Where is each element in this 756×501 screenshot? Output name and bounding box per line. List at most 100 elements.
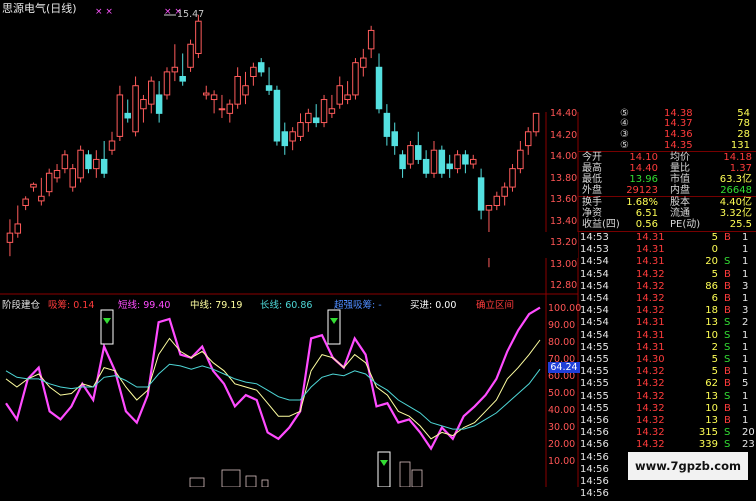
watermark: www.7gpzb.com: [628, 452, 748, 480]
candle-body: [163, 71, 171, 96]
candle-body: [218, 108, 226, 111]
candle-body: [210, 94, 218, 101]
candle-body: [30, 183, 37, 188]
candle-body: [22, 198, 29, 207]
masked-area-2: [185, 232, 578, 258]
volume-outline: [399, 461, 411, 487]
candle-body: [524, 131, 532, 147]
candle-body: [360, 57, 367, 68]
candle-body: [171, 66, 179, 73]
candle-body: [265, 85, 273, 91]
candle-body: [69, 168, 76, 188]
candle-body: [375, 66, 383, 110]
ask-row-2: ③ 14.36 28: [620, 129, 750, 140]
volume-outline: [411, 469, 423, 487]
candle-body: [273, 89, 281, 142]
signal-arrow-icon: [330, 318, 338, 324]
candle-body: [493, 195, 501, 207]
volume-outline: [189, 477, 205, 487]
indicator-line-3: [5, 363, 541, 430]
indicator-name: 阶段建仓: [2, 300, 41, 311]
tick-row: 14:55 14.32 10 B 1: [580, 402, 749, 414]
candle-body: [399, 154, 406, 170]
candle-body: [430, 149, 438, 174]
candle-body: [77, 149, 84, 179]
ask-row-1: ⑤ 14.35 131: [620, 140, 750, 151]
candle-body: [517, 149, 524, 170]
signal-arrow-icon: [380, 460, 388, 466]
candle-body: [532, 112, 540, 133]
tick-row: 14:55 14.31 2 S 1: [580, 341, 749, 353]
candle-body: [124, 112, 131, 119]
candle-body: [234, 76, 241, 105]
tick-row: 14:55 14.32 62 B 5: [580, 378, 749, 390]
candle-body: [344, 94, 351, 101]
indicator-line-1: [5, 306, 541, 451]
candle-body: [108, 140, 116, 151]
candle-body: [148, 80, 155, 105]
candle-body: [297, 122, 304, 137]
candle-body: [179, 76, 186, 82]
label-mid: 中线: 79.19: [190, 300, 243, 311]
candle-body: [45, 172, 53, 193]
candle-body: [485, 205, 493, 211]
candle-body: [38, 195, 45, 202]
label-xichou: 吸筹: 0.14: [48, 300, 95, 311]
candle-body: [203, 92, 210, 96]
candle-body: [422, 158, 430, 174]
candle-body: [85, 154, 92, 170]
volume-outline: [245, 475, 257, 487]
tick-row: 14:55 14.30 5 S 1: [580, 354, 749, 365]
signal-box: [327, 309, 341, 345]
masked-area: [428, 0, 756, 112]
indicator-current-value: 64.24: [548, 362, 580, 373]
tick-row: 14:53 14.31 0 1: [580, 244, 749, 256]
marker-x: × ×: [95, 7, 113, 17]
candle-body: [312, 117, 320, 124]
candle-body: [250, 66, 257, 77]
candle-body: [187, 43, 194, 68]
candle-body: [281, 131, 289, 147]
candle-body: [438, 149, 446, 174]
stock-title: 思源电气(日线): [2, 2, 77, 15]
tick-row: 14:54 14.32 86 B 3: [580, 280, 749, 292]
candle-body: [328, 108, 336, 114]
candle-body: [289, 131, 296, 142]
candle-body: [155, 94, 163, 114]
indicator-axis: 100.00 90.00 80.00 70.00 60.00 50.00 40.…: [548, 303, 582, 467]
label-long: 长线: 60.86: [260, 300, 313, 311]
candle-body: [454, 154, 461, 170]
label-range: 确立区间: [476, 300, 515, 311]
candle-body: [132, 85, 139, 133]
candle-body: [446, 163, 453, 170]
candle-body: [367, 29, 375, 50]
tick-row: 14:56 14.32 315 S 20: [580, 427, 755, 439]
candle-body: [242, 85, 249, 96]
tick-row: 14:55 14.32 13 S 1: [580, 390, 749, 402]
volume-outline: [261, 479, 269, 487]
label-super: 超强吸筹: -: [334, 300, 382, 311]
candle-body: [93, 158, 100, 170]
candle-body: [407, 145, 414, 165]
volume-outline: [221, 469, 241, 487]
candle-body: [14, 223, 22, 234]
candle-body: [415, 145, 422, 160]
tick-row: 14:54 14.32 5 B 1: [580, 268, 749, 280]
tick-row: 14:56: [580, 488, 609, 500]
tick-row: 14:54 14.31 10 S 1: [580, 329, 749, 341]
candle-body: [470, 158, 477, 165]
signal-box: [100, 309, 114, 345]
tick-row: 14:54 14.32 18 B 3: [580, 305, 749, 317]
candle-body: [140, 99, 147, 110]
tick-row: 14:56 14.32 13 B 1: [580, 415, 749, 426]
candle-body: [195, 20, 202, 54]
candle-body: [226, 103, 234, 114]
candle-body: [257, 62, 265, 73]
candle-body: [61, 154, 69, 170]
candle-body: [391, 131, 398, 147]
candle-body: [336, 85, 343, 105]
indicator-lines: [5, 306, 541, 487]
candle-body: [509, 168, 516, 188]
signal-arrow-icon: [103, 318, 111, 324]
candle-body: [501, 186, 508, 197]
